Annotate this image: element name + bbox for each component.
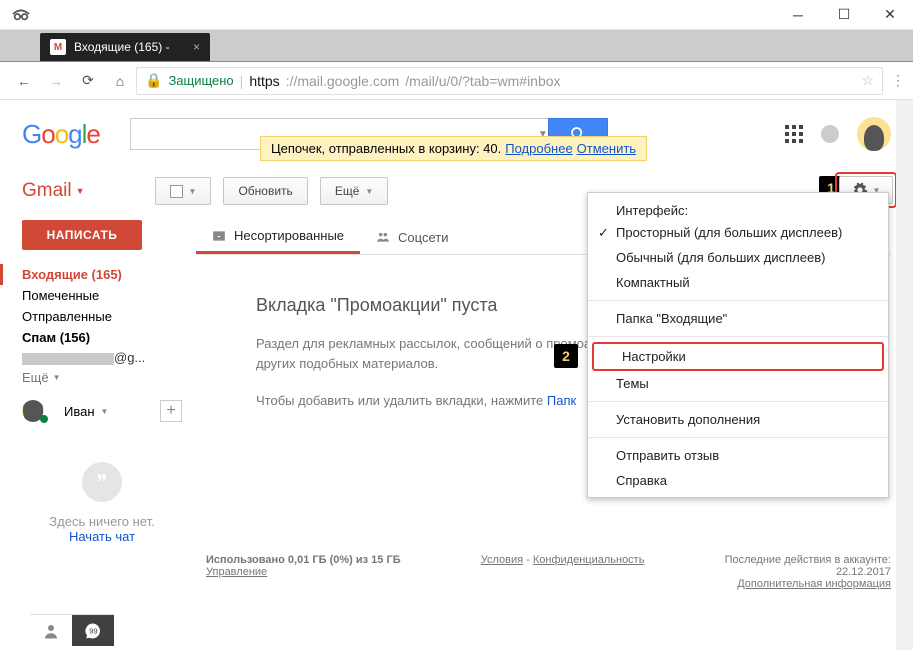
sidebar-item-spam[interactable]: Спам (156)	[22, 327, 182, 348]
toast-undo-link[interactable]: Отменить	[577, 141, 636, 156]
tab-social[interactable]: Соцсети	[360, 220, 464, 254]
start-chat-link[interactable]: Начать чат	[22, 529, 182, 544]
presence-indicator	[40, 415, 48, 423]
inbox-icon	[212, 229, 226, 243]
obscured-text	[22, 353, 114, 365]
url-field[interactable]: 🔒 Защищено | https://mail.google.com/mai…	[136, 67, 883, 95]
tab-primary[interactable]: Несортированные	[196, 220, 360, 254]
select-all-checkbox[interactable]	[170, 185, 183, 198]
quote-icon: ❞	[82, 462, 122, 502]
hangouts-user-row[interactable]: Иван ▼ +	[22, 400, 182, 422]
window-titlebar: ─ ☐ ✕	[0, 0, 913, 30]
toast-more-link[interactable]: Подробнее	[505, 141, 572, 156]
menu-separator	[588, 437, 888, 438]
nav-back-button[interactable]: ←	[8, 65, 40, 97]
tab-close-icon[interactable]: ×	[193, 40, 200, 54]
window-maximize-button[interactable]: ☐	[821, 0, 867, 30]
terms-link[interactable]: Условия	[481, 554, 523, 566]
inbox-settings-link[interactable]: Папк	[547, 393, 576, 408]
last-activity-date: 22.12.2017	[836, 566, 891, 578]
more-button[interactable]: Ещё▼	[320, 177, 388, 205]
star-icon[interactable]: ☆	[861, 72, 874, 89]
lock-icon: 🔒	[145, 72, 162, 89]
svg-text:99: 99	[89, 626, 97, 635]
chat-bubble-icon: 99	[84, 622, 102, 640]
select-all-button[interactable]: ▼	[155, 177, 212, 205]
menu-item-compact[interactable]: Компактный	[588, 270, 888, 295]
url-domain: ://mail.google.com	[286, 73, 400, 89]
hangouts-empty-text: Здесь ничего нет.	[22, 514, 182, 529]
menu-item-feedback[interactable]: Отправить отзыв	[588, 443, 888, 468]
nav-forward-button[interactable]: →	[40, 65, 72, 97]
window-close-button[interactable]: ✕	[867, 0, 913, 30]
browser-tab[interactable]: Входящие (165) - ×	[40, 33, 210, 61]
menu-item-comfortable[interactable]: Просторный (для больших дисплеев)	[588, 220, 888, 245]
menu-separator	[588, 401, 888, 402]
url-scheme: https	[249, 73, 279, 89]
menu-item-themes[interactable]: Темы	[588, 371, 888, 396]
notifications-icon[interactable]	[821, 125, 839, 143]
menu-separator	[588, 336, 888, 337]
compose-button[interactable]: НАПИСАТЬ	[22, 220, 142, 250]
menu-item-inbox-folder[interactable]: Папка "Входящие"	[588, 306, 888, 331]
last-activity-label: Последние действия в аккаунте:	[725, 554, 891, 566]
callout-badge-2: 2	[554, 344, 578, 368]
secure-label: Защищено	[168, 73, 233, 88]
tab-favicon	[50, 39, 66, 55]
storage-manage-link[interactable]: Управление	[206, 566, 267, 578]
menu-item-addons[interactable]: Установить дополнения	[588, 407, 888, 432]
nav-home-button[interactable]: ⌂	[104, 65, 136, 97]
hangouts-username: Иван	[64, 404, 95, 419]
last-activity-details-link[interactable]: Дополнительная информация	[737, 578, 891, 590]
settings-menu: Интерфейс: Просторный (для больших диспл…	[587, 192, 889, 498]
hangouts-bottom-tabs: 99	[30, 614, 114, 646]
menu-item-help[interactable]: Справка	[588, 468, 888, 493]
menu-section-density: Интерфейс:	[588, 197, 888, 220]
menu-separator	[588, 300, 888, 301]
sidebar-email[interactable]: @g...	[22, 348, 182, 367]
sidebar-item-sent[interactable]: Отправленные	[22, 306, 182, 327]
hangouts-empty-state: ❞ Здесь ничего нет. Начать чат	[22, 462, 182, 544]
google-apps-icon[interactable]	[785, 125, 803, 143]
people-icon	[376, 230, 390, 244]
sidebar-item-starred[interactable]: Помеченные	[22, 285, 182, 306]
chevron-down-icon: ▼	[189, 187, 197, 196]
vertical-scrollbar[interactable]	[896, 100, 913, 650]
browser-tab-strip: Входящие (165) - ×	[0, 30, 913, 62]
sidebar: НАПИСАТЬ Входящие (165) Помеченные Отпра…	[22, 220, 182, 544]
nav-reload-button[interactable]: ⟳	[72, 65, 104, 97]
menu-item-cozy[interactable]: Обычный (для больших дисплеев)	[588, 245, 888, 270]
browser-menu-icon[interactable]: ⋮	[891, 72, 905, 89]
footer: Использовано 0,01 ГБ (0%) из 15 ГБ Управ…	[206, 554, 891, 590]
window-minimize-button[interactable]: ─	[775, 0, 821, 30]
hangouts-chats-tab[interactable]: 99	[72, 614, 114, 646]
person-icon	[42, 622, 60, 640]
sidebar-item-more[interactable]: Ещё▼	[22, 367, 182, 388]
address-bar: ← → ⟳ ⌂ 🔒 Защищено | https://mail.google…	[0, 62, 913, 100]
gmail-label[interactable]: Gmail▼	[22, 180, 85, 202]
privacy-link[interactable]: Конфиденциальность	[533, 554, 645, 566]
hangouts-contacts-tab[interactable]	[30, 614, 72, 646]
chevron-down-icon: ▼	[101, 407, 109, 416]
hangouts-add-button[interactable]: +	[160, 400, 182, 422]
storage-usage: Использовано 0,01 ГБ (0%) из 15 ГБ	[206, 554, 401, 566]
toast-text: Цепочек, отправленных в корзину: 40.	[271, 141, 501, 156]
tab-title: Входящие (165) -	[74, 40, 170, 54]
refresh-button[interactable]: Обновить	[223, 177, 307, 205]
chevron-down-icon: ▼	[365, 187, 373, 196]
sidebar-item-inbox[interactable]: Входящие (165)	[22, 264, 182, 285]
menu-item-settings[interactable]: Настройки	[594, 344, 882, 369]
account-avatar[interactable]	[857, 117, 891, 151]
url-path: /mail/u/0/?tab=wm#inbox	[405, 73, 560, 89]
undo-toast: Цепочек, отправленных в корзину: 40. Под…	[260, 136, 647, 161]
incognito-icon	[10, 5, 32, 23]
google-logo[interactable]: Google	[22, 119, 100, 150]
chevron-down-icon: ▼	[76, 186, 85, 196]
